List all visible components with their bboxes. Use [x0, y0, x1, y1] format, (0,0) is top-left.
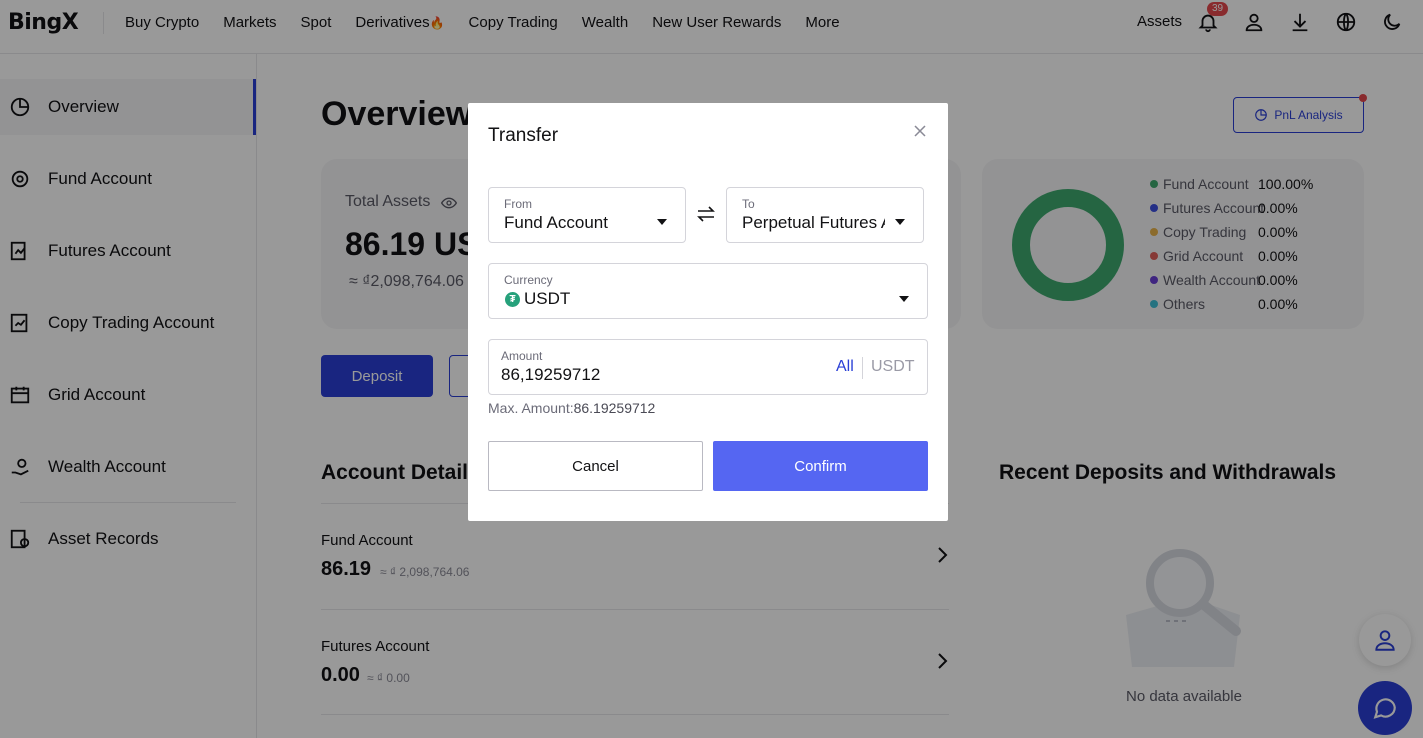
usdt-icon: ₮ — [505, 292, 520, 307]
modal-title: Transfer — [488, 125, 559, 146]
currency-select[interactable]: Currency ₮ USDT — [488, 263, 928, 319]
to-value: Perpetual Futures A — [742, 213, 885, 232]
to-label: To — [742, 197, 755, 211]
from-select[interactable]: From Fund Account — [488, 187, 686, 243]
max-amount-label: Max. Amount: — [488, 400, 574, 416]
amount-value[interactable]: 86,19259712 — [501, 365, 600, 385]
chevron-down-icon — [895, 219, 905, 225]
confirm-button[interactable]: Confirm — [713, 441, 928, 491]
amount-input[interactable]: Amount 86,19259712 All USDT — [488, 339, 928, 395]
amount-label: Amount — [501, 349, 543, 363]
all-button[interactable]: All — [836, 358, 854, 376]
max-amount: Max. Amount:86.19259712 — [488, 400, 655, 416]
cancel-button[interactable]: Cancel — [488, 441, 703, 491]
currency-label: Currency — [504, 273, 553, 287]
max-amount-value: 86.19259712 — [573, 400, 656, 416]
from-value: Fund Account — [504, 213, 608, 232]
chevron-down-icon — [657, 219, 667, 225]
currency-value: USDT — [524, 289, 571, 308]
amount-divider — [862, 357, 863, 379]
to-select[interactable]: To Perpetual Futures A — [726, 187, 924, 243]
chevron-down-icon — [899, 296, 909, 302]
transfer-modal: Transfer From Fund Account To Perpetual … — [468, 103, 948, 521]
close-icon[interactable] — [913, 124, 927, 138]
swap-icon[interactable] — [697, 206, 715, 222]
amount-unit: USDT — [871, 358, 915, 375]
from-label: From — [504, 197, 532, 211]
